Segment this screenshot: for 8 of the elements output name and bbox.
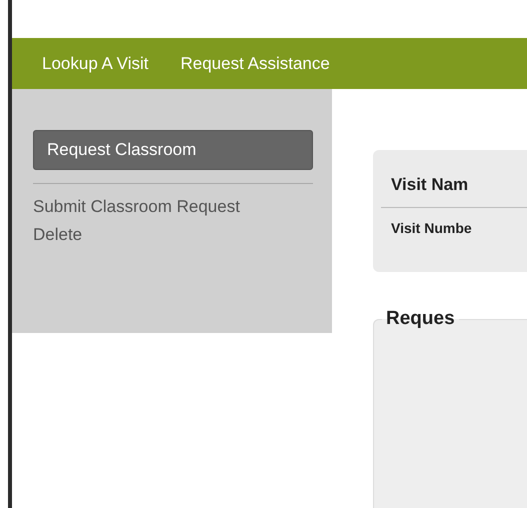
panel-legend: Reques	[382, 308, 459, 330]
sidebar-link[interactable]: Delete	[33, 224, 253, 246]
visit-number-label: Visit Numbe	[391, 220, 473, 236]
request-classroom-button[interactable]: Request Classroom	[33, 130, 313, 170]
sidebar-link[interactable]: Submit Classroom Request	[33, 196, 253, 218]
visit-name-label: Visit Nam	[391, 175, 470, 195]
nav-link[interactable]: Request Assistance	[180, 54, 330, 74]
nav-link[interactable]: Lookup A Visit	[42, 54, 148, 74]
